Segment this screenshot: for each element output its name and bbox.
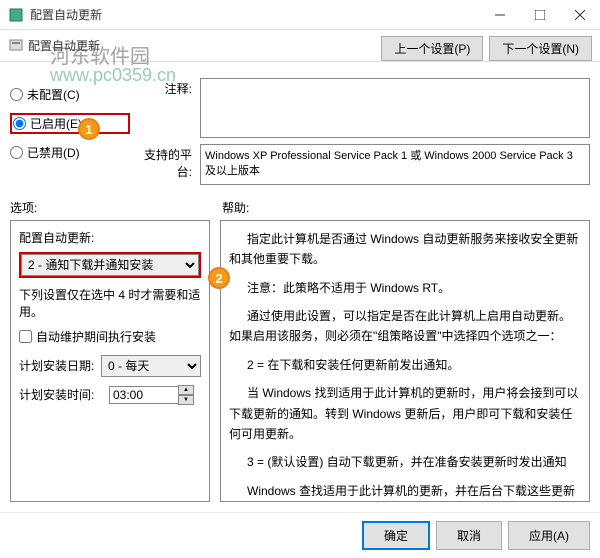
install-time-input[interactable] xyxy=(109,386,179,404)
comment-textarea[interactable] xyxy=(200,78,590,138)
options-label: 选项: xyxy=(10,199,222,216)
help-text-area[interactable]: 指定此计算机是否通过 Windows 自动更新服务来接收安全更新和其他重要下载。… xyxy=(220,220,590,502)
ok-button[interactable]: 确定 xyxy=(362,521,430,550)
label-not-configured[interactable]: 未配置(C) xyxy=(27,86,80,103)
radio-not-configured[interactable] xyxy=(10,88,23,101)
update-mode-select[interactable]: 2 - 通知下载并通知安装 xyxy=(21,254,199,276)
next-setting-button[interactable]: 下一个设置(N) xyxy=(489,36,592,61)
minimize-button[interactable] xyxy=(480,0,520,30)
platform-label: 支持的平台: xyxy=(130,144,200,180)
cancel-button[interactable]: 取消 xyxy=(436,521,502,550)
auto-maint-checkbox[interactable] xyxy=(19,330,32,343)
maximize-button[interactable] xyxy=(520,0,560,30)
radio-disabled[interactable] xyxy=(10,146,23,159)
prev-setting-button[interactable]: 上一个设置(P) xyxy=(381,36,483,61)
apply-button[interactable]: 应用(A) xyxy=(508,521,590,550)
sub-note: 下列设置仅在选中 4 时才需要和适用。 xyxy=(19,286,201,320)
policy-icon xyxy=(8,38,24,54)
platform-text: Windows XP Professional Service Pack 1 或… xyxy=(200,144,590,185)
auto-maint-label[interactable]: 自动维护期间执行安装 xyxy=(36,328,156,345)
radio-enabled[interactable] xyxy=(13,117,26,130)
time-up-button[interactable]: ▲ xyxy=(178,385,194,395)
label-disabled[interactable]: 已禁用(D) xyxy=(27,144,80,161)
install-time-label: 计划安装时间: xyxy=(19,386,109,403)
annotation-badge-2: 2 xyxy=(208,267,230,289)
app-icon xyxy=(8,7,24,23)
update-config-label: 配置自动更新: xyxy=(19,229,201,246)
policy-link[interactable]: 配置自动更新 xyxy=(8,37,100,54)
install-day-select[interactable]: 0 - 每天 xyxy=(101,355,201,377)
label-enabled[interactable]: 已启用(E) xyxy=(30,115,82,132)
time-down-button[interactable]: ▼ xyxy=(178,395,194,405)
annotation-badge-1: 1 xyxy=(78,118,100,140)
comment-label: 注释: xyxy=(130,78,200,97)
close-button[interactable] xyxy=(560,0,600,30)
help-label: 帮助: xyxy=(222,199,249,216)
install-day-label: 计划安装日期: xyxy=(19,357,101,374)
